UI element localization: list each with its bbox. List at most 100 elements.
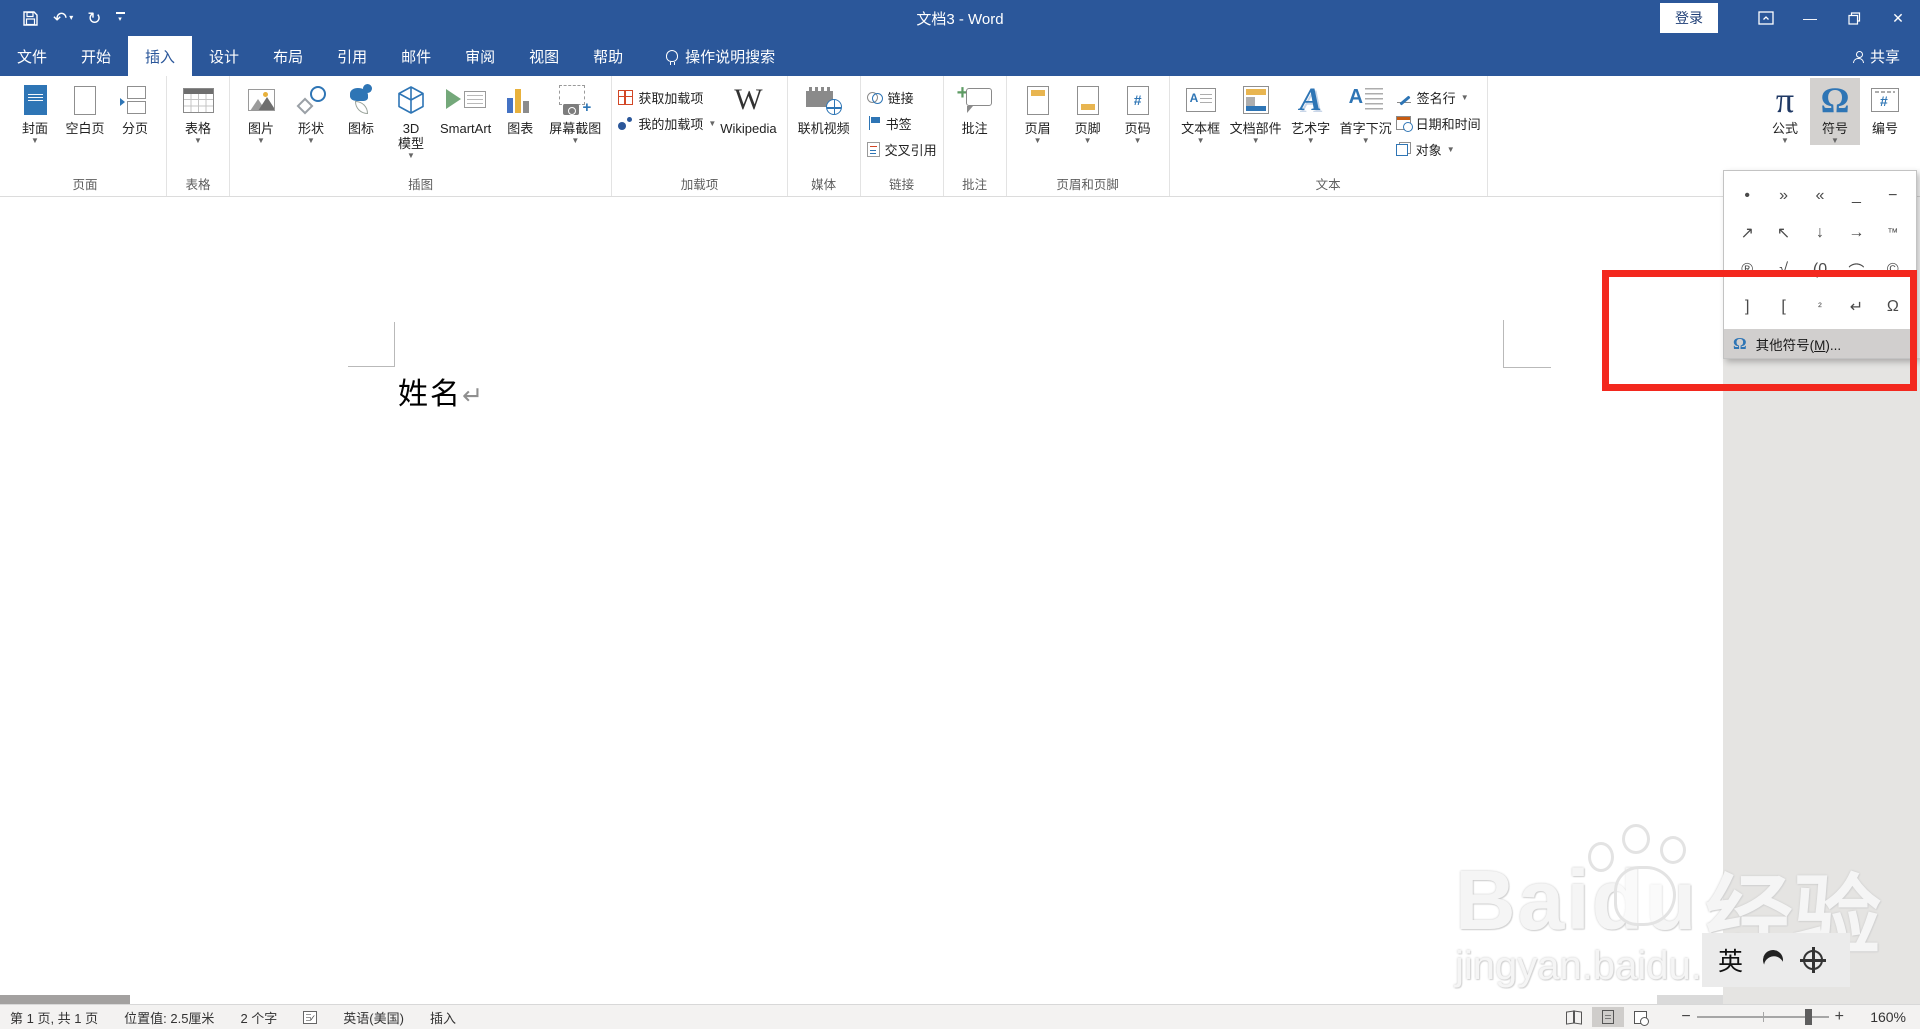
drop-cap-button[interactable]: 首字下沉▼: [1336, 78, 1396, 145]
equation-button[interactable]: π 公式 ▼: [1760, 78, 1810, 145]
proofing-status-icon[interactable]: [303, 1010, 318, 1024]
footer-button[interactable]: 页脚 ▼: [1063, 78, 1113, 145]
redo-button[interactable]: ↻: [87, 10, 101, 27]
symbol-cell[interactable]: ↗: [1729, 214, 1765, 251]
table-button[interactable]: 表格 ▼: [173, 78, 223, 145]
tab-view[interactable]: 视图: [512, 36, 576, 76]
quick-parts-button[interactable]: 文档部件 ▼: [1226, 78, 1286, 145]
header-button[interactable]: 页眉 ▼: [1013, 78, 1063, 145]
link-button[interactable]: 链接: [866, 87, 937, 107]
icons-button[interactable]: 图标: [336, 78, 386, 136]
tab-review[interactable]: 审阅: [448, 36, 512, 76]
tab-home[interactable]: 开始: [64, 36, 128, 76]
blank-page-button[interactable]: 空白页: [60, 78, 110, 136]
symbol-cell[interactable]: →: [1838, 214, 1874, 251]
text-box-button[interactable]: 文本框▼: [1176, 78, 1226, 145]
share-button[interactable]: 共享: [1852, 36, 1920, 76]
number-icon: [1871, 88, 1899, 112]
save-icon[interactable]: [22, 10, 39, 27]
3d-models-button[interactable]: 3D 模型 ▼: [386, 78, 436, 160]
tab-mailings[interactable]: 邮件: [384, 36, 448, 76]
close-button[interactable]: ✕: [1876, 0, 1920, 36]
wikipedia-button[interactable]: W Wikipedia: [716, 78, 780, 137]
insert-mode-indicator[interactable]: 插入: [430, 1008, 456, 1027]
symbol-cell[interactable]: ™: [1875, 214, 1911, 251]
symbol-cell[interactable]: ↵: [1838, 288, 1874, 325]
tell-me-search[interactable]: 操作说明搜索: [666, 36, 775, 76]
symbol-cell[interactable]: ]: [1729, 288, 1765, 325]
ime-fullwidth-moon-icon[interactable]: [1761, 948, 1784, 971]
symbol-cell[interactable]: (0: [1802, 251, 1838, 288]
undo-button[interactable]: ↶ ▾: [53, 10, 73, 27]
tab-design[interactable]: 设计: [192, 36, 256, 76]
my-addins-button[interactable]: 我的加载项 ▼: [618, 113, 716, 133]
tab-file[interactable]: 文件: [0, 36, 64, 76]
text-box-icon: [1185, 88, 1216, 112]
word-count[interactable]: 2 个字: [240, 1008, 277, 1027]
number-button[interactable]: 编号: [1860, 78, 1910, 136]
group-links: 链接 书签 交叉引用 链接: [861, 76, 944, 196]
symbol-cell[interactable]: ↖: [1765, 214, 1801, 251]
document-text-line[interactable]: 姓名↵: [398, 369, 483, 413]
tab-help[interactable]: 帮助: [576, 36, 640, 76]
zoom-in-button[interactable]: +: [1829, 1008, 1850, 1026]
print-layout-button[interactable]: [1592, 1007, 1625, 1027]
page-break-button[interactable]: 分页: [110, 78, 160, 136]
zoom-slider[interactable]: [1696, 1009, 1829, 1025]
smartart-button[interactable]: SmartArt: [436, 78, 495, 136]
symbol-cell[interactable]: _: [1838, 177, 1874, 214]
symbol-cell[interactable]: √: [1765, 251, 1801, 288]
ribbon-display-options-icon[interactable]: [1744, 0, 1788, 36]
sign-in-button[interactable]: 登录: [1660, 3, 1718, 33]
date-time-button[interactable]: 日期和时间: [1395, 113, 1481, 133]
symbol-button[interactable]: Ω 符号 ▼: [1810, 78, 1860, 145]
wordart-button[interactable]: A 艺术字 ▼: [1286, 78, 1336, 145]
online-video-button[interactable]: 联机视频: [794, 78, 854, 136]
page-number-icon: #: [1126, 85, 1149, 115]
tab-references[interactable]: 引用: [320, 36, 384, 76]
get-addins-button[interactable]: 获取加载项: [618, 87, 716, 107]
page-number-button[interactable]: # 页码 ▼: [1113, 78, 1163, 145]
chart-button[interactable]: 图表: [495, 78, 545, 136]
zoom-percentage[interactable]: 160%: [1854, 1009, 1906, 1025]
zoom-out-button[interactable]: −: [1675, 1008, 1696, 1026]
read-mode-button[interactable]: [1556, 1008, 1592, 1026]
symbol-cell[interactable]: «: [1802, 177, 1838, 214]
symbol-cell[interactable]: [: [1765, 288, 1801, 325]
comment-button[interactable]: + 批注: [950, 78, 1000, 136]
restore-button[interactable]: [1832, 0, 1876, 36]
bookmark-button[interactable]: 书签: [867, 113, 937, 133]
more-symbols-menu-item[interactable]: Ω 其他符号(M)...: [1724, 329, 1916, 358]
symbol-cell[interactable]: ®: [1729, 251, 1765, 288]
undo-dropdown-icon[interactable]: ▾: [69, 14, 73, 22]
language-indicator[interactable]: 英语(美国): [343, 1008, 404, 1027]
symbol-cell[interactable]: •: [1729, 177, 1765, 214]
web-layout-button[interactable]: [1624, 1008, 1657, 1027]
position-indicator[interactable]: 位置值: 2.5厘米: [124, 1008, 214, 1027]
zoom-slider-thumb[interactable]: [1804, 1009, 1812, 1025]
object-icon: [1395, 142, 1411, 156]
symbol-cell[interactable]: ²: [1802, 288, 1838, 325]
screenshot-button[interactable]: + 屏幕截图 ▼: [545, 78, 605, 145]
cross-reference-button[interactable]: 交叉引用: [866, 139, 937, 159]
dropdown-caret-icon: ▼: [1361, 136, 1370, 145]
customize-quick-access-icon[interactable]: ▾: [115, 12, 125, 24]
symbol-cell[interactable]: Ω: [1875, 288, 1911, 325]
tab-layout[interactable]: 布局: [256, 36, 320, 76]
tab-insert[interactable]: 插入: [128, 36, 193, 76]
horizontal-scrollbar-thumb[interactable]: [0, 995, 130, 1004]
cover-page-button[interactable]: 封面 ▼: [10, 78, 60, 145]
symbol-cell[interactable]: »: [1765, 177, 1801, 214]
ime-settings-gear-icon[interactable]: [1800, 947, 1827, 973]
pictures-button[interactable]: 图片 ▼: [236, 78, 286, 145]
minimize-button[interactable]: —: [1788, 0, 1832, 36]
symbol-cell[interactable]: ↓: [1802, 214, 1838, 251]
symbol-cell[interactable]: −: [1875, 177, 1911, 214]
signature-line-button[interactable]: 签名行 ▼: [1396, 87, 1481, 107]
symbol-cell[interactable]: ©: [1875, 251, 1911, 288]
symbol-cell[interactable]: ⌒: [1838, 251, 1874, 288]
page-indicator[interactable]: 第 1 页, 共 1 页: [10, 1008, 98, 1027]
object-button[interactable]: 对象 ▼: [1395, 139, 1481, 159]
shapes-button[interactable]: 形状 ▼: [286, 78, 336, 145]
ime-language-indicator[interactable]: 英: [1718, 942, 1743, 978]
